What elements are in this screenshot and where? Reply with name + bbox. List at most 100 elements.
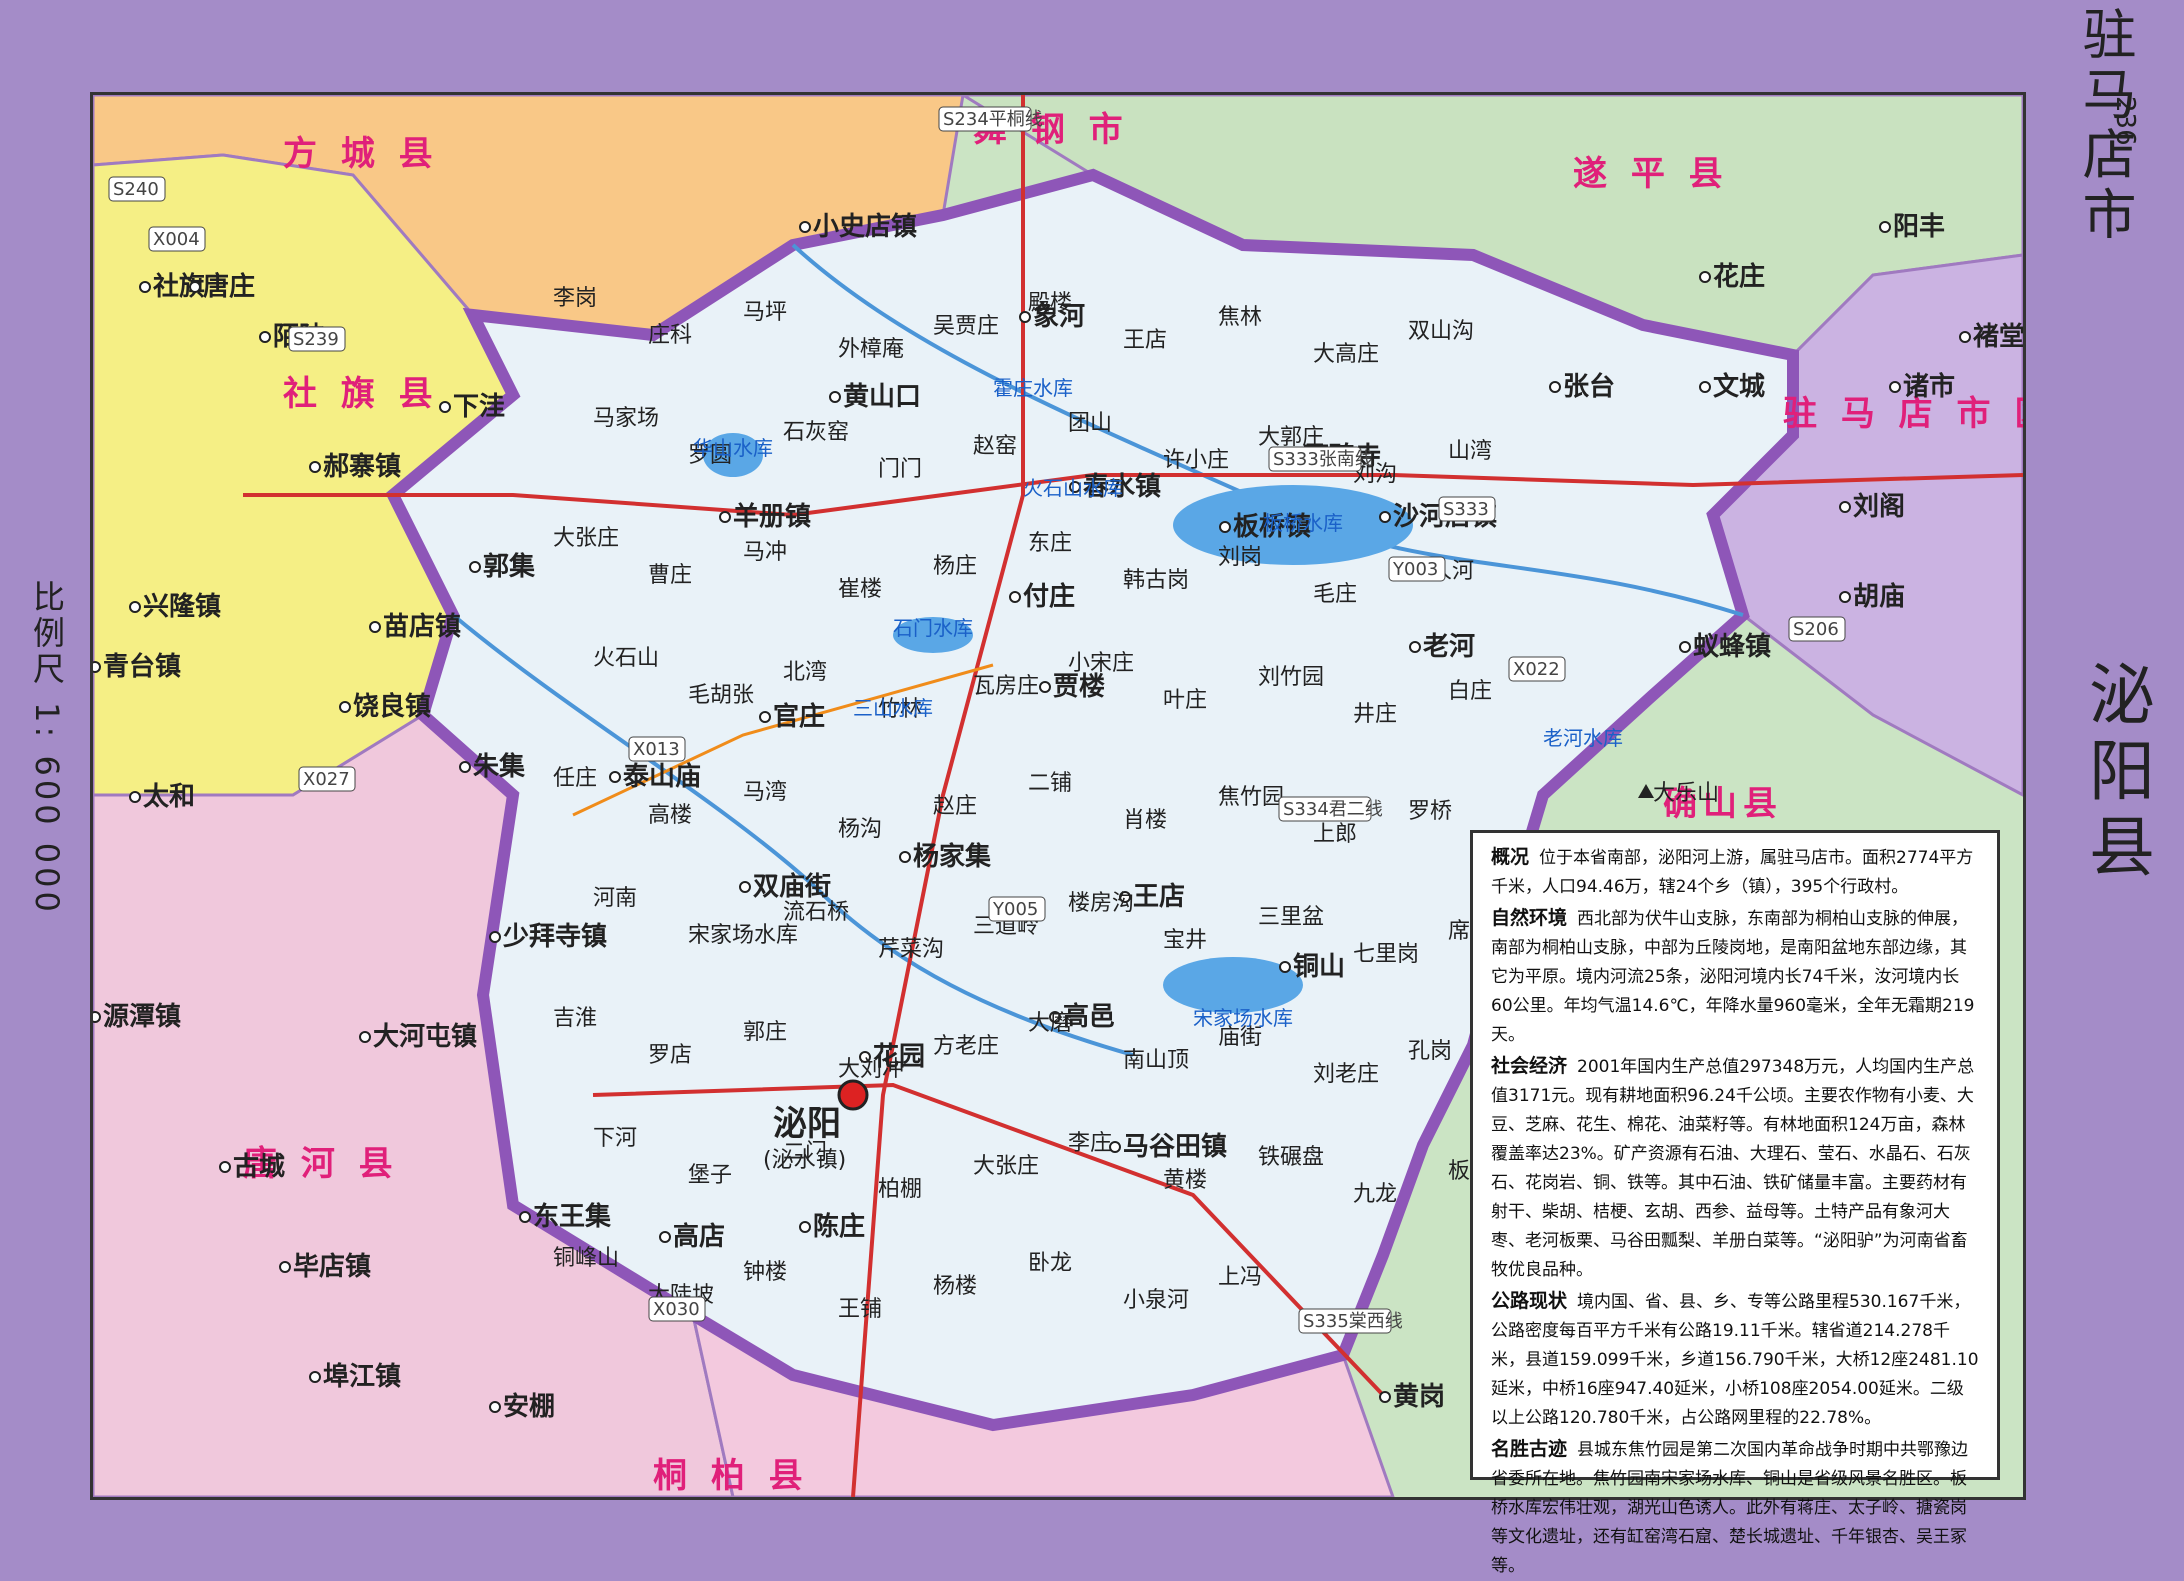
place-label[interactable]: 叶庄 (1163, 688, 1207, 713)
town-label[interactable]: 安棚 (503, 1392, 555, 1422)
place-label[interactable]: 崔楼 (838, 577, 882, 602)
road-label[interactable]: X013 (633, 739, 680, 760)
town-label[interactable]: 老河 (1423, 632, 1475, 662)
town-label[interactable]: 文城 (1713, 371, 1765, 402)
place-label[interactable]: 刘竹园 (1258, 665, 1324, 690)
town-label[interactable]: 胡庙 (1853, 581, 1905, 612)
place-label[interactable]: 芹菜沟 (878, 937, 944, 962)
place-label[interactable]: 马坪 (743, 300, 787, 325)
place-label[interactable]: 北湾 (783, 660, 827, 685)
town-label[interactable]: 双庙街 (753, 871, 831, 902)
place-label[interactable]: 任庄 (553, 766, 597, 791)
water-label[interactable]: 老河水库 (1543, 726, 1623, 750)
town-label[interactable]: 小史店镇 (813, 212, 917, 242)
place-label[interactable]: 李岗 (553, 286, 597, 311)
place-label[interactable]: 马家场 (593, 406, 659, 431)
place-label[interactable]: 赵庄 (933, 794, 977, 819)
town-label[interactable]: 刘阁 (1853, 491, 1905, 522)
town-label[interactable]: 下洼 (453, 392, 505, 422)
place-label[interactable]: 团山 (1068, 411, 1112, 436)
place-label[interactable]: 焦林 (1218, 305, 1262, 330)
place-label[interactable]: 钟楼 (743, 1260, 787, 1285)
place-label[interactable]: 方老庄 (933, 1034, 999, 1059)
place-label[interactable]: 大张庄 (553, 526, 619, 551)
place-label[interactable]: 上冯 (1218, 1265, 1262, 1290)
road-label[interactable]: S239 (293, 329, 339, 350)
town-label[interactable]: 朱集 (473, 751, 526, 782)
town-label[interactable]: 黄岗 (1393, 1382, 1445, 1412)
place-label[interactable]: 黄楼 (1163, 1168, 1207, 1193)
town-label[interactable]: 铜山 (1293, 952, 1345, 982)
road-label[interactable]: X030 (653, 1299, 700, 1320)
place-label[interactable]: 王店 (1123, 328, 1167, 353)
place-label[interactable]: 铁碾盘 (1258, 1145, 1324, 1170)
water-label[interactable]: 三山水库 (853, 696, 933, 720)
place-label[interactable]: 马湾 (743, 780, 787, 805)
place-label[interactable]: 外樟庵 (838, 337, 904, 362)
place-label[interactable]: 杨庄 (933, 554, 977, 579)
town-label[interactable]: 王店 (1133, 882, 1185, 912)
place-label[interactable]: 许小庄 (1163, 448, 1229, 473)
road-label[interactable]: X022 (1513, 659, 1560, 680)
place-label[interactable]: 流石桥 (783, 900, 849, 925)
place-label[interactable]: 殿楼 (1028, 291, 1072, 316)
place-label[interactable]: 毛胡张 (688, 683, 754, 708)
town-label[interactable]: 张台 (1563, 371, 1615, 402)
town-label[interactable]: 埠江镇 (323, 1361, 401, 1392)
road-label[interactable]: S240 (113, 179, 159, 200)
place-label[interactable]: 大郭庄 (1258, 425, 1324, 450)
town-label[interactable]: 花庄 (1713, 261, 1765, 292)
place-label[interactable]: 孔岗 (1408, 1039, 1452, 1064)
place-label[interactable]: 肖楼 (1123, 808, 1167, 833)
place-label[interactable]: 河南 (593, 886, 637, 911)
town-label[interactable]: 毕店镇 (293, 1252, 371, 1282)
place-label[interactable]: 门门 (878, 457, 922, 482)
place-label[interactable]: 吉淮 (553, 1006, 597, 1031)
place-label[interactable]: 卧龙 (1028, 1251, 1072, 1276)
road-label[interactable]: Y005 (992, 899, 1038, 920)
water-label[interactable]: 板桥水库 (1263, 511, 1343, 535)
place-label[interactable]: 火石山 (593, 646, 659, 671)
place-label[interactable]: 南山顶 (1123, 1048, 1189, 1073)
place-label[interactable]: 高楼 (648, 803, 692, 828)
water-label[interactable]: 华山水库 (693, 436, 773, 460)
place-label[interactable]: 白庄 (1448, 679, 1492, 704)
town-label[interactable]: 唐庄 (203, 271, 255, 302)
place-label[interactable]: 双山沟 (1408, 319, 1474, 344)
place-label[interactable]: 王铺 (838, 1297, 882, 1322)
town-label[interactable]: 大河屯镇 (373, 1022, 477, 1052)
road-label[interactable]: S234平桐线 (943, 109, 1043, 130)
place-label[interactable]: 二铺 (1028, 771, 1072, 796)
place-label[interactable]: 罗店 (648, 1043, 692, 1068)
town-label[interactable]: 付庄 (1023, 581, 1075, 612)
town-label[interactable]: 兴隆镇 (143, 592, 221, 622)
place-label[interactable]: 曹庄 (648, 563, 692, 588)
place-label[interactable]: 小宋庄 (1068, 651, 1134, 676)
place-label[interactable]: 石灰窑 (783, 420, 849, 445)
town-label[interactable]: 官庄 (773, 701, 825, 732)
place-label[interactable]: 二门 (783, 1140, 827, 1165)
town-label[interactable]: 青台镇 (103, 651, 181, 682)
place-label[interactable]: 井庄 (1353, 702, 1397, 727)
place-label[interactable]: 山湾 (1448, 439, 1492, 464)
town-label[interactable]: 马谷田镇 (1123, 1132, 1227, 1162)
place-label[interactable]: 宝井 (1163, 928, 1207, 953)
place-label[interactable]: 刘老庄 (1313, 1062, 1379, 1087)
place-label[interactable]: 东庄 (1028, 531, 1072, 556)
town-label[interactable]: 杨家集 (913, 841, 992, 872)
place-label[interactable]: 庄科 (648, 323, 692, 348)
place-label[interactable]: 吴贾庄 (933, 314, 999, 339)
town-label[interactable]: 褚堂 (1973, 322, 2023, 352)
place-label[interactable]: 杨楼 (933, 1274, 977, 1299)
place-label[interactable]: 韩古岗 (1123, 568, 1189, 593)
place-label[interactable]: 楼房沟 (1068, 891, 1134, 916)
place-label[interactable]: 毛庄 (1313, 582, 1357, 607)
town-label[interactable]: 贾楼 (1053, 672, 1105, 702)
road-label[interactable]: S333张南线 (1273, 449, 1373, 470)
town-label[interactable]: 饶良镇 (353, 691, 431, 722)
place-label[interactable]: 下河 (593, 1126, 637, 1151)
place-label[interactable]: 宋家场水库 (688, 923, 798, 948)
town-label[interactable]: 泰山庙 (623, 761, 701, 792)
place-label[interactable]: 大高庄 (1313, 342, 1379, 367)
place-label[interactable]: 瓦房庄 (973, 674, 1039, 699)
